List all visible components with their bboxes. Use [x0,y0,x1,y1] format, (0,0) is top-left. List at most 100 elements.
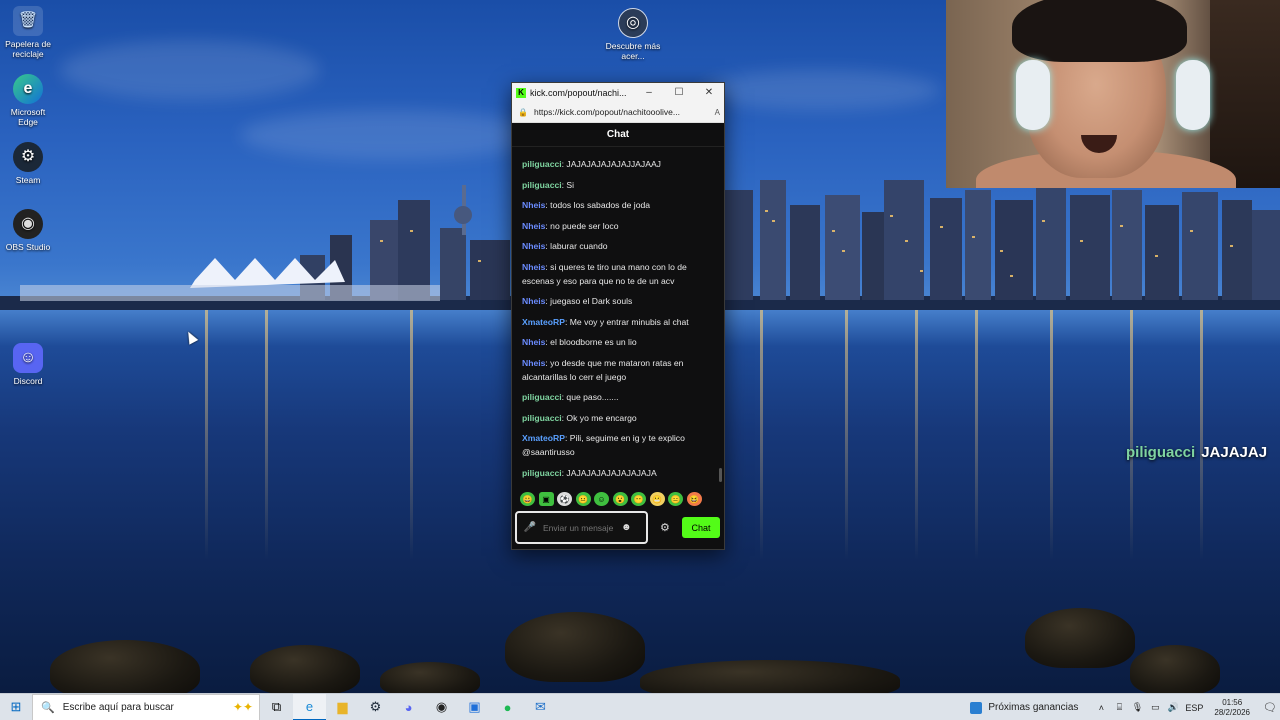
chat-message: piliguacci: JAJAJAJAJAJAJJAJAAJ [522,157,712,171]
emote-icon[interactable]: 😐 [575,492,591,506]
lock-icon: 🔒 [518,107,528,117]
desktop-icon-discord[interactable]: ☺ Discord [0,343,56,386]
taskbar-app-icon[interactable]: ▣ [458,694,491,720]
desktop-icon-recycle-bin[interactable]: 🗑 Papelera de reciclaje [0,6,56,59]
taskbar-clock[interactable]: 01:56 28/2/2026 [1214,698,1250,718]
overlay-message: JAJAJAJ [1201,444,1268,461]
send-chat-button[interactable]: Chat [682,517,720,538]
chat-username[interactable]: Nheis [522,262,545,272]
chat-message-text: : todos los sabados de joda [545,200,651,210]
chat-input-box[interactable]: 🎤 ☻ [515,511,648,544]
taskbar-discord-icon[interactable]: ◕ [392,694,425,720]
tray-microphone-icon[interactable]: 🎙 [1129,702,1145,713]
steam-icon: ⚙ [13,142,43,172]
emote-icon[interactable]: 😆 [686,492,702,506]
taskbar-spotify-icon[interactable]: ● [491,694,524,720]
obs-icon: ◉ [13,209,43,239]
tray-battery-icon[interactable]: ▭ [1147,702,1163,713]
chat-settings-gear-icon[interactable]: ⚙ [660,521,670,534]
chat-username[interactable]: Nheis [522,296,545,306]
emote-icon[interactable]: ▣ [538,492,554,506]
microphone-icon[interactable]: 🎤 [523,521,537,535]
taskbar-obs-icon[interactable]: ◉ [425,694,458,720]
taskbar-file-explorer-icon[interactable]: ▆ [326,694,359,720]
chat-username[interactable]: XmateoRP [522,317,565,327]
desktop-icon-steam[interactable]: ⚙ Steam [0,142,56,185]
webcam-shelf [1210,0,1280,188]
address-bar[interactable]: 🔒 https://kick.com/popout/nachitooolive.… [512,102,724,123]
chat-message-text: : el bloodborne es un lio [545,337,637,347]
close-button[interactable]: ✕ [694,87,724,98]
language-indicator[interactable]: ESP [1183,703,1205,713]
chat-message-input[interactable] [543,522,615,533]
chat-message-list[interactable]: piliguacci: JAJAJAJAJAJAJJAJAAJ piliguacc… [512,155,724,485]
emote-icon[interactable]: ☺ [594,492,609,506]
news-widget[interactable]: Próximas ganancias [970,701,1078,714]
tray-volume-icon[interactable]: 🔊 [1165,702,1181,713]
desktop-icon-label: Descubre más acer... [605,41,661,61]
taskbar-outlook-icon[interactable]: ✉ [524,694,557,720]
address-url[interactable]: https://kick.com/popout/nachitooolive... [534,107,715,117]
recycle-bin-icon: 🗑 [13,6,43,36]
chat-message: piliguacci: Si [522,178,712,192]
window-titlebar[interactable]: K kick.com/popout/nachi... – ☐ ✕ [512,83,724,102]
chat-message: Nheis: laburar cuando [522,239,712,253]
copilot-sparkle-icon[interactable]: ✦✦ [233,700,253,714]
webcam-feed [946,0,1280,188]
chat-message-text: : laburar cuando [545,241,608,251]
discord-icon: ☺ [13,343,43,373]
minimize-button[interactable]: – [634,87,664,98]
emote-icon[interactable]: 😶 [631,492,646,506]
clock-date: 28/2/2026 [1214,707,1250,717]
desktop-icon-discover[interactable]: ◎ Descubre más acer... [605,8,661,61]
chat-message-text: : juegaso el Dark souls [545,296,633,306]
search-placeholder: Escribe aquí para buscar [62,701,174,713]
chat-username[interactable]: Nheis [522,221,545,231]
notification-center-icon[interactable]: 🗨 [1260,701,1280,714]
chat-message-text: : si queres te tiro una mano con lo de e… [522,261,687,286]
maximize-button[interactable]: ☐ [664,87,694,98]
chat-message-text: : Me voy y entrar minubis al chat [564,316,689,327]
task-view-button[interactable]: ⧉ [260,694,293,720]
desktop-icon-obs[interactable]: ◉ OBS Studio [0,209,56,252]
taskbar-edge-icon[interactable]: e [293,693,326,720]
emote-icon[interactable]: 😬 [649,492,665,506]
chat-username[interactable]: piliguacci [522,159,562,169]
emote-icon[interactable]: 😮 [612,492,628,506]
chat-scrollbar[interactable] [719,468,722,482]
chat-message: Nheis: yo desde que me mataron ratas en … [522,356,712,384]
start-button[interactable]: ⊞ [0,694,32,720]
chat-username[interactable]: Nheis [522,358,545,368]
chat-message-text: : JAJAJAJAJAJAJAJAJA [561,467,657,478]
system-tray: Próximas ganancias ˄ ⌸ 🎙 ▭ 🔊 ESP 01:56 2… [970,694,1280,720]
chat-username[interactable]: piliguacci [522,180,562,190]
desktop-icon-label: Microsoft Edge [10,107,46,127]
tray-chevron-up-icon[interactable]: ˄ [1093,703,1109,713]
emote-icon[interactable]: ⚽ [557,492,572,506]
desktop-icon-label: Steam [15,175,41,185]
chat-username[interactable]: piliguacci [522,392,562,402]
chat-message: Nheis: no puede ser loco [522,219,712,233]
tray-network-icon[interactable]: ⌸ [1111,702,1127,713]
chat-username[interactable]: XmateoRP [522,433,565,443]
desktop-icon-edge[interactable]: e Microsoft Edge [0,74,56,127]
chat-username[interactable]: Nheis [522,337,545,347]
chat-username[interactable]: Nheis [522,241,545,251]
headset-right-icon [1176,60,1210,130]
chat-username[interactable]: piliguacci [522,413,562,423]
emote-icon[interactable]: 😑 [668,492,683,506]
chat-message: XmateoRP: Me voy y entrar minubis al cha… [522,315,712,329]
chat-message: Nheis: el bloodborne es un lio [522,335,712,349]
chat-message-text: : yo desde que me mataron ratas en alcan… [522,357,684,382]
emoji-picker-icon[interactable]: ☻ [621,522,632,533]
chat-message: Nheis: si queres te tiro una mano con lo… [522,260,712,288]
emote-icon[interactable]: 😀 [520,492,535,506]
taskbar-search-box[interactable]: 🔍 Escribe aquí para buscar ✦✦ [32,693,260,720]
read-aloud-icon[interactable]: A [715,108,720,117]
windows-logo-icon: ⊞ [10,699,22,714]
window-title: kick.com/popout/nachi... [530,87,627,98]
chat-username[interactable]: Nheis [522,200,545,210]
chat-username[interactable]: piliguacci [522,468,562,478]
taskbar-steam-icon[interactable]: ⚙ [359,694,392,720]
kick-chat-popout-window[interactable]: K kick.com/popout/nachi... – ☐ ✕ 🔒 https… [511,82,725,550]
